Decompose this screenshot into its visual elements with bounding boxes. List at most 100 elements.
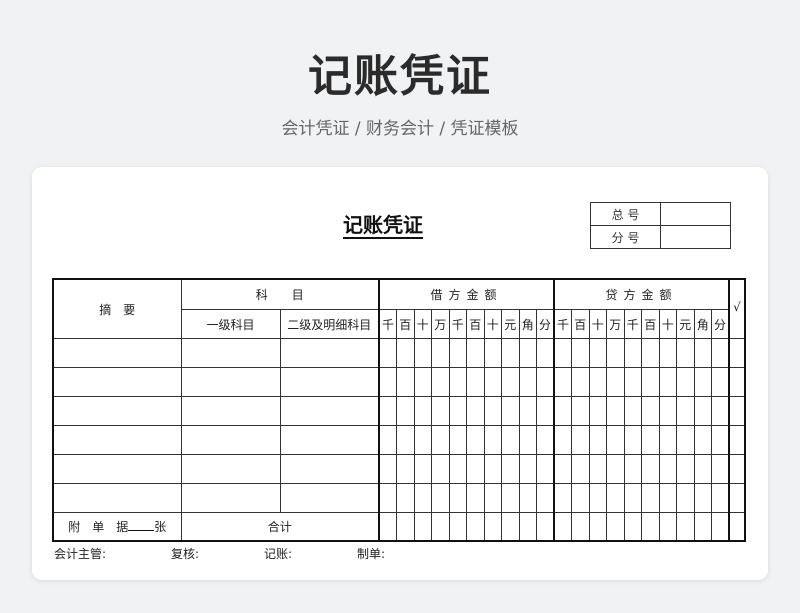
credit-amount-cell[interactable] [623,454,642,484]
credit-amount-cell[interactable] [588,425,607,455]
credit-amount-cell[interactable] [711,338,730,368]
debit-amount-cell[interactable] [448,483,467,513]
debit-amount-cell[interactable] [518,454,537,484]
credit-amount-cell[interactable] [571,425,590,455]
credit-amount-cell[interactable] [606,367,625,397]
credit-amount-cell[interactable] [676,512,695,542]
credit-amount-cell[interactable] [553,396,572,426]
debit-amount-cell[interactable] [466,338,485,368]
credit-amount-cell[interactable] [606,425,625,455]
debit-amount-cell[interactable] [536,512,555,542]
debit-amount-cell[interactable] [501,367,520,397]
credit-amount-cell[interactable] [658,483,677,513]
debit-amount-cell[interactable] [483,454,502,484]
credit-amount-cell[interactable] [641,454,660,484]
debit-amount-cell[interactable] [413,396,432,426]
debit-amount-cell[interactable] [378,338,397,368]
debit-amount-cell[interactable] [536,396,555,426]
debit-amount-cell[interactable] [413,454,432,484]
total-check-cell[interactable] [728,512,746,542]
level2-account-cell[interactable] [279,454,380,484]
debit-amount-cell[interactable] [518,367,537,397]
credit-amount-cell[interactable] [588,338,607,368]
credit-amount-cell[interactable] [553,425,572,455]
credit-amount-cell[interactable] [623,483,642,513]
credit-amount-cell[interactable] [693,425,712,455]
debit-amount-cell[interactable] [413,367,432,397]
debit-amount-cell[interactable] [448,425,467,455]
credit-amount-cell[interactable] [641,483,660,513]
debit-amount-cell[interactable] [413,425,432,455]
credit-amount-cell[interactable] [571,367,590,397]
credit-amount-cell[interactable] [676,425,695,455]
credit-amount-cell[interactable] [711,512,730,542]
credit-amount-cell[interactable] [588,396,607,426]
level2-account-cell[interactable] [279,338,380,368]
debit-amount-cell[interactable] [378,512,397,542]
debit-amount-cell[interactable] [501,338,520,368]
debit-amount-cell[interactable] [378,483,397,513]
level1-account-cell[interactable] [180,396,281,426]
credit-amount-cell[interactable] [693,338,712,368]
credit-amount-cell[interactable] [676,483,695,513]
debit-amount-cell[interactable] [396,425,415,455]
debit-amount-cell[interactable] [396,454,415,484]
debit-amount-cell[interactable] [501,483,520,513]
credit-amount-cell[interactable] [606,483,625,513]
credit-amount-cell[interactable] [711,425,730,455]
debit-amount-cell[interactable] [396,367,415,397]
entry-check-cell[interactable] [728,396,746,426]
debit-amount-cell[interactable] [431,454,450,484]
credit-amount-cell[interactable] [693,483,712,513]
credit-amount-cell[interactable] [641,396,660,426]
credit-amount-cell[interactable] [711,367,730,397]
level2-account-cell[interactable] [279,367,380,397]
credit-amount-cell[interactable] [606,396,625,426]
credit-amount-cell[interactable] [711,454,730,484]
debit-amount-cell[interactable] [536,338,555,368]
credit-amount-cell[interactable] [623,367,642,397]
credit-amount-cell[interactable] [623,338,642,368]
credit-amount-cell[interactable] [641,425,660,455]
debit-amount-cell[interactable] [413,512,432,542]
credit-amount-cell[interactable] [571,338,590,368]
debit-amount-cell[interactable] [536,483,555,513]
credit-amount-cell[interactable] [553,512,572,542]
credit-amount-cell[interactable] [623,512,642,542]
debit-amount-cell[interactable] [466,367,485,397]
debit-amount-cell[interactable] [466,483,485,513]
credit-amount-cell[interactable] [588,367,607,397]
debit-amount-cell[interactable] [431,483,450,513]
entry-check-cell[interactable] [728,338,746,368]
credit-amount-cell[interactable] [641,367,660,397]
summary-cell[interactable] [52,425,182,455]
debit-amount-cell[interactable] [396,396,415,426]
level1-account-cell[interactable] [180,483,281,513]
level1-account-cell[interactable] [180,425,281,455]
sub-number-field[interactable] [660,225,731,249]
debit-amount-cell[interactable] [501,454,520,484]
credit-amount-cell[interactable] [658,396,677,426]
debit-amount-cell[interactable] [448,367,467,397]
debit-amount-cell[interactable] [518,396,537,426]
debit-amount-cell[interactable] [466,512,485,542]
entry-check-cell[interactable] [728,425,746,455]
debit-amount-cell[interactable] [536,454,555,484]
debit-amount-cell[interactable] [378,425,397,455]
level1-account-cell[interactable] [180,338,281,368]
debit-amount-cell[interactable] [378,454,397,484]
credit-amount-cell[interactable] [676,367,695,397]
credit-amount-cell[interactable] [641,338,660,368]
credit-amount-cell[interactable] [658,338,677,368]
credit-amount-cell[interactable] [553,483,572,513]
level1-account-cell[interactable] [180,367,281,397]
debit-amount-cell[interactable] [396,338,415,368]
credit-amount-cell[interactable] [658,454,677,484]
level2-account-cell[interactable] [279,483,380,513]
credit-amount-cell[interactable] [553,454,572,484]
debit-amount-cell[interactable] [483,425,502,455]
credit-amount-cell[interactable] [711,396,730,426]
debit-amount-cell[interactable] [466,454,485,484]
credit-amount-cell[interactable] [588,454,607,484]
debit-amount-cell[interactable] [378,367,397,397]
